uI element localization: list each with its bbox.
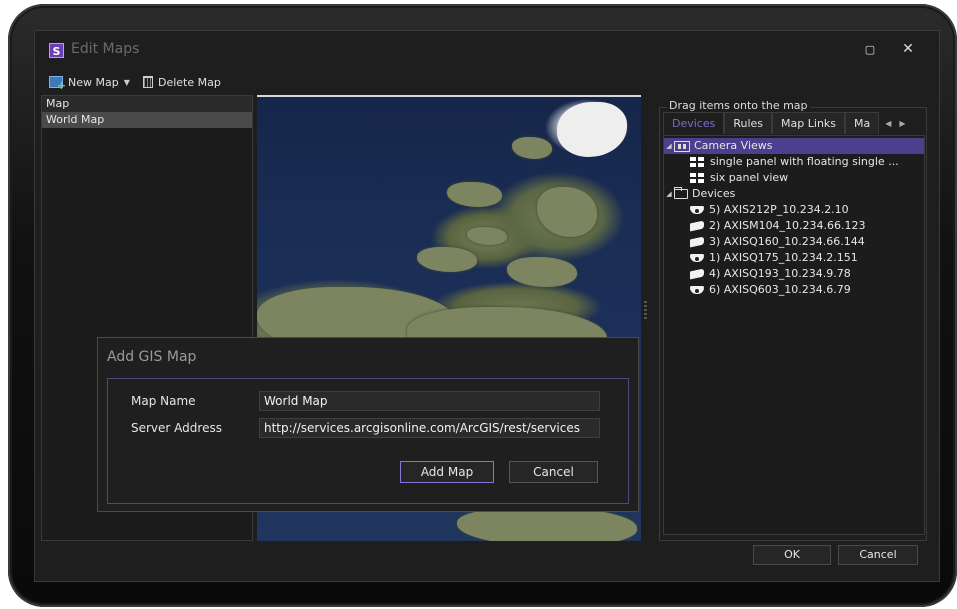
tree-label: Devices [692,187,736,200]
map-ice-cap [557,102,627,157]
ok-button[interactable]: OK [753,545,831,565]
collapse-icon[interactable]: ◢ [664,186,674,202]
dome-camera-icon [690,286,704,294]
panel-layout-icon [690,157,704,167]
tab-devices[interactable]: Devices [663,112,725,134]
chevron-right-icon[interactable]: ▶ [899,119,905,128]
bullet-camera-icon [690,236,704,248]
camera-views-icon [674,140,690,152]
tree-device-item[interactable]: 2) AXISM104_10.234.66.123 [664,218,924,234]
new-map-button[interactable]: New Map ▼ [49,73,130,92]
tab-more[interactable]: Ma [845,112,880,134]
map-list-header: Map [42,96,252,112]
map-name-label: Map Name [131,394,196,408]
tree-label: Camera Views [694,139,773,152]
tree-label: 2) AXISM104_10.234.66.123 [709,219,866,232]
dome-camera-icon [690,254,704,262]
dialog-body: Map Name World Map Server Address http:/… [107,378,629,504]
add-gis-map-dialog: Add GIS Map Map Name World Map Server Ad… [97,337,639,512]
splitter-handle[interactable] [644,301,647,321]
tab-scroll: ◀ ▶ [879,112,905,134]
trash-icon [143,76,153,88]
tree-label: 6) AXISQ603_10.234.6.79 [709,283,851,296]
map-landmass [447,182,502,207]
map-landmass [467,227,507,245]
toolbar: New Map ▼ Delete Map [35,71,939,95]
map-landmass [417,247,477,272]
panel-layout-icon [690,173,704,183]
bullet-camera-icon [690,268,704,280]
tree-label: 3) AXISQ160_10.234.66.144 [709,235,865,248]
close-icon[interactable]: ✕ [899,40,917,58]
edit-maps-window: S Edit Maps ▢ ✕ New Map ▼ Delete Map Map… [34,30,940,582]
add-map-button[interactable]: Add Map [400,461,494,483]
map-landmass [537,187,597,237]
dome-camera-icon [690,206,704,214]
tree-camera-view-item[interactable]: six panel view [664,170,924,186]
tree-label: 1) AXISQ175_10.234.2.151 [709,251,858,264]
drag-caption: Drag items onto the map [667,99,810,112]
new-map-label: New Map [68,75,119,89]
map-landmass [457,507,637,541]
map-landmass [507,257,577,287]
device-panel: Drag items onto the map Devices Rules Ma… [651,95,935,541]
device-tree: ◢ Camera Views single panel with floatin… [663,135,925,535]
tree-device-item[interactable]: 3) AXISQ160_10.234.66.144 [664,234,924,250]
tree-devices[interactable]: ◢ Devices [664,186,924,202]
server-address-label: Server Address [131,421,222,435]
cancel-button[interactable]: Cancel [838,545,918,565]
tree-label: 4) AXISQ193_10.234.9.78 [709,267,851,280]
tab-map-links[interactable]: Map Links [772,112,846,134]
window-title: Edit Maps [71,41,140,57]
dialog-cancel-button[interactable]: Cancel [509,461,598,483]
new-map-icon [49,76,66,92]
map-name-field[interactable]: World Map [259,391,600,411]
folder-icon [674,187,688,199]
device-frame: S Edit Maps ▢ ✕ New Map ▼ Delete Map Map… [8,4,957,607]
server-address-field[interactable]: http://services.arcgisonline.com/ArcGIS/… [259,418,600,438]
map-landmass [512,137,552,159]
tree-label: six panel view [710,171,789,184]
tree-device-item[interactable]: 6) AXISQ603_10.234.6.79 [664,282,924,298]
panel-tabs: Devices Rules Map Links Ma ◀ ▶ [663,112,927,134]
map-list-item[interactable]: World Map [42,112,252,128]
tree-camera-views[interactable]: ◢ Camera Views [664,138,924,154]
chevron-left-icon[interactable]: ◀ [885,119,891,128]
title-bar: S Edit Maps ▢ ✕ [35,31,939,69]
maximize-icon[interactable]: ▢ [861,41,879,59]
dialog-title: Add GIS Map [107,349,197,365]
collapse-icon[interactable]: ◢ [664,138,674,154]
chevron-down-icon[interactable]: ▼ [124,78,130,87]
tree-device-item[interactable]: 4) AXISQ193_10.234.9.78 [664,266,924,282]
tree-camera-view-item[interactable]: single panel with floating single ... [664,154,924,170]
bullet-camera-icon [690,220,704,232]
delete-map-label: Delete Map [158,75,221,89]
delete-map-button[interactable]: Delete Map [143,73,221,91]
tab-rules[interactable]: Rules [724,112,773,134]
tree-device-item[interactable]: 5) AXIS212P_10.234.2.10 [664,202,924,218]
tree-device-item[interactable]: 1) AXISQ175_10.234.2.151 [664,250,924,266]
tree-label: 5) AXIS212P_10.234.2.10 [709,203,849,216]
footer-bar: OK Cancel [35,541,939,571]
app-logo-icon: S [49,43,64,58]
tree-label: single panel with floating single ... [710,155,899,168]
